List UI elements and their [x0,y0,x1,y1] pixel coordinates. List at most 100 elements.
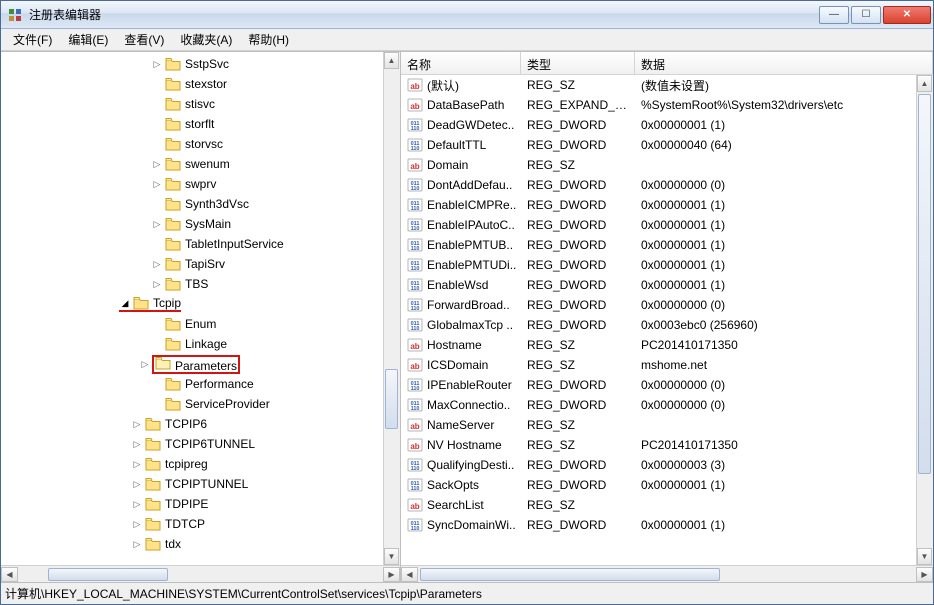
tree-item[interactable]: ◢ Tcpip [1,294,383,314]
tree-item[interactable]: ▷ TDPIPE [1,494,383,514]
expand-icon[interactable]: ▷ [151,58,163,70]
menu-edit[interactable]: 编辑(E) [60,29,116,50]
expand-icon[interactable]: ▷ [151,218,163,230]
tree-item[interactable]: ▷ TCPIP6 [1,414,383,434]
expand-icon[interactable]: ▷ [131,518,143,530]
expand-icon[interactable]: ▷ [131,418,143,430]
expand-icon[interactable]: ▷ [139,358,151,370]
tree-item[interactable]: ▷ tcpipreg [1,454,383,474]
value-row[interactable]: 011 110 EnableWsdREG_DWORD0x00000001 (1) [401,275,916,295]
value-row[interactable]: ab ICSDomainREG_SZmshome.net [401,355,916,375]
reg-string-icon: ab [407,357,423,373]
column-data[interactable]: 数据 [635,52,933,74]
expand-icon[interactable]: ▷ [151,258,163,270]
expand-icon[interactable]: ▷ [131,478,143,490]
scroll-up-arrow-icon[interactable]: ▲ [917,75,932,92]
close-button[interactable]: ✕ [883,6,931,24]
value-row[interactable]: ab HostnameREG_SZPC201410171350 [401,335,916,355]
expand-icon[interactable]: ▷ [131,498,143,510]
value-row[interactable]: 011 110 EnablePMTUB..REG_DWORD0x00000001… [401,235,916,255]
list-horizontal-scrollbar[interactable]: ◀ ▶ [401,565,933,582]
expand-icon[interactable]: ▷ [131,458,143,470]
scroll-right-arrow-icon[interactable]: ▶ [916,567,933,582]
tree-item[interactable]: ▷ TCPIPTUNNEL [1,474,383,494]
tree-horizontal-scrollbar[interactable]: ◀ ▶ [1,565,400,582]
menu-view[interactable]: 查看(V) [116,29,172,50]
tree-item-label: TBS [185,277,208,291]
scroll-down-arrow-icon[interactable]: ▼ [384,548,399,565]
expand-icon[interactable]: ▷ [151,278,163,290]
tree-item[interactable]: ▷ SstpSvc [1,54,383,74]
value-row[interactable]: 011 110 QualifyingDesti..REG_DWORD0x0000… [401,455,916,475]
menu-file[interactable]: 文件(F) [5,29,60,50]
value-row[interactable]: 011 110 MaxConnectio..REG_DWORD0x0000000… [401,395,916,415]
tree-item[interactable]: Synth3dVsc [1,194,383,214]
tree-item[interactable]: ▷ TDTCP [1,514,383,534]
expand-icon[interactable]: ▷ [151,178,163,190]
value-row[interactable]: ab (默认)REG_SZ(数值未设置) [401,75,916,95]
collapse-icon[interactable]: ◢ [119,297,131,309]
tree-item[interactable]: ▷ Parameters [1,354,383,374]
menu-help[interactable]: 帮助(H) [240,29,297,50]
value-row[interactable]: 011 110 GlobalmaxTcp ..REG_DWORD0x0003eb… [401,315,916,335]
value-row[interactable]: 011 110 DeadGWDetec..REG_DWORD0x00000001… [401,115,916,135]
svg-text:ab: ab [410,102,419,111]
value-row[interactable]: 011 110 IPEnableRouterREG_DWORD0x0000000… [401,375,916,395]
tree-item[interactable]: stexstor [1,74,383,94]
value-row[interactable]: 011 110 DontAddDefau..REG_DWORD0x0000000… [401,175,916,195]
folder-icon [165,77,181,91]
tree-item[interactable]: ▷ swenum [1,154,383,174]
value-row[interactable]: ab NV HostnameREG_SZPC201410171350 [401,435,916,455]
column-name[interactable]: 名称 [401,52,521,74]
value-row[interactable]: 011 110 EnablePMTUDi..REG_DWORD0x0000000… [401,255,916,275]
value-row[interactable]: ab DomainREG_SZ [401,155,916,175]
no-expand-icon [151,398,163,410]
values-list[interactable]: ab (默认)REG_SZ(数值未设置) ab DataBasePathREG_… [401,75,916,535]
tree-item-label: TCPIP6 [165,417,207,431]
scroll-up-arrow-icon[interactable]: ▲ [384,52,399,69]
scroll-right-arrow-icon[interactable]: ▶ [383,567,400,582]
scroll-down-arrow-icon[interactable]: ▼ [917,548,932,565]
folder-icon [165,177,181,191]
expand-icon[interactable]: ▷ [151,158,163,170]
folder-icon [165,57,181,71]
tree-item[interactable]: ▷ SysMain [1,214,383,234]
tree-item[interactable]: ServiceProvider [1,394,383,414]
svg-text:ab: ab [410,162,419,171]
value-row[interactable]: ab DataBasePathREG_EXPAND_SZ%SystemRoot%… [401,95,916,115]
value-row[interactable]: ab NameServerREG_SZ [401,415,916,435]
minimize-button[interactable]: — [819,6,849,24]
value-row[interactable]: ab SearchListREG_SZ [401,495,916,515]
value-row[interactable]: 011 110 ForwardBroad..REG_DWORD0x0000000… [401,295,916,315]
tree-item[interactable]: ▷ swprv [1,174,383,194]
scroll-left-arrow-icon[interactable]: ◀ [401,567,418,582]
tree-item[interactable]: ▷ TCPIP6TUNNEL [1,434,383,454]
tree-item[interactable]: storvsc [1,134,383,154]
svg-text:ab: ab [410,82,419,91]
value-row[interactable]: 011 110 SackOptsREG_DWORD0x00000001 (1) [401,475,916,495]
list-vertical-scrollbar[interactable]: ▲ ▼ [916,75,933,565]
maximize-button[interactable]: ☐ [851,6,881,24]
tree-item[interactable]: Enum [1,314,383,334]
tree-item[interactable]: ▷ TBS [1,274,383,294]
scroll-left-arrow-icon[interactable]: ◀ [1,567,18,582]
expand-icon[interactable]: ▷ [131,538,143,550]
value-name: Hostname [427,338,482,352]
tree-item[interactable]: ▷ tdx [1,534,383,554]
value-row[interactable]: 011 110 EnableICMPRe..REG_DWORD0x0000000… [401,195,916,215]
tree-item[interactable]: Linkage [1,334,383,354]
column-type[interactable]: 类型 [521,52,635,74]
tree-item[interactable]: Performance [1,374,383,394]
tree-item[interactable]: storflt [1,114,383,134]
expand-icon[interactable]: ▷ [131,438,143,450]
value-row[interactable]: 011 110 DefaultTTLREG_DWORD0x00000040 (6… [401,135,916,155]
value-row[interactable]: 011 110 SyncDomainWi..REG_DWORD0x0000000… [401,515,916,535]
tree-item[interactable]: TabletInputService [1,234,383,254]
tree-vertical-scrollbar[interactable]: ▲ ▼ [383,52,400,565]
tree-item[interactable]: stisvc [1,94,383,114]
tree-item[interactable]: ▷ TapiSrv [1,254,383,274]
tree-item-label: Synth3dVsc [185,197,249,211]
value-row[interactable]: 011 110 EnableIPAutoC..REG_DWORD0x000000… [401,215,916,235]
menu-favorites[interactable]: 收藏夹(A) [172,29,240,50]
registry-tree[interactable]: ▷ SstpSvc stexstor stisvc storflt storvs… [1,52,383,556]
